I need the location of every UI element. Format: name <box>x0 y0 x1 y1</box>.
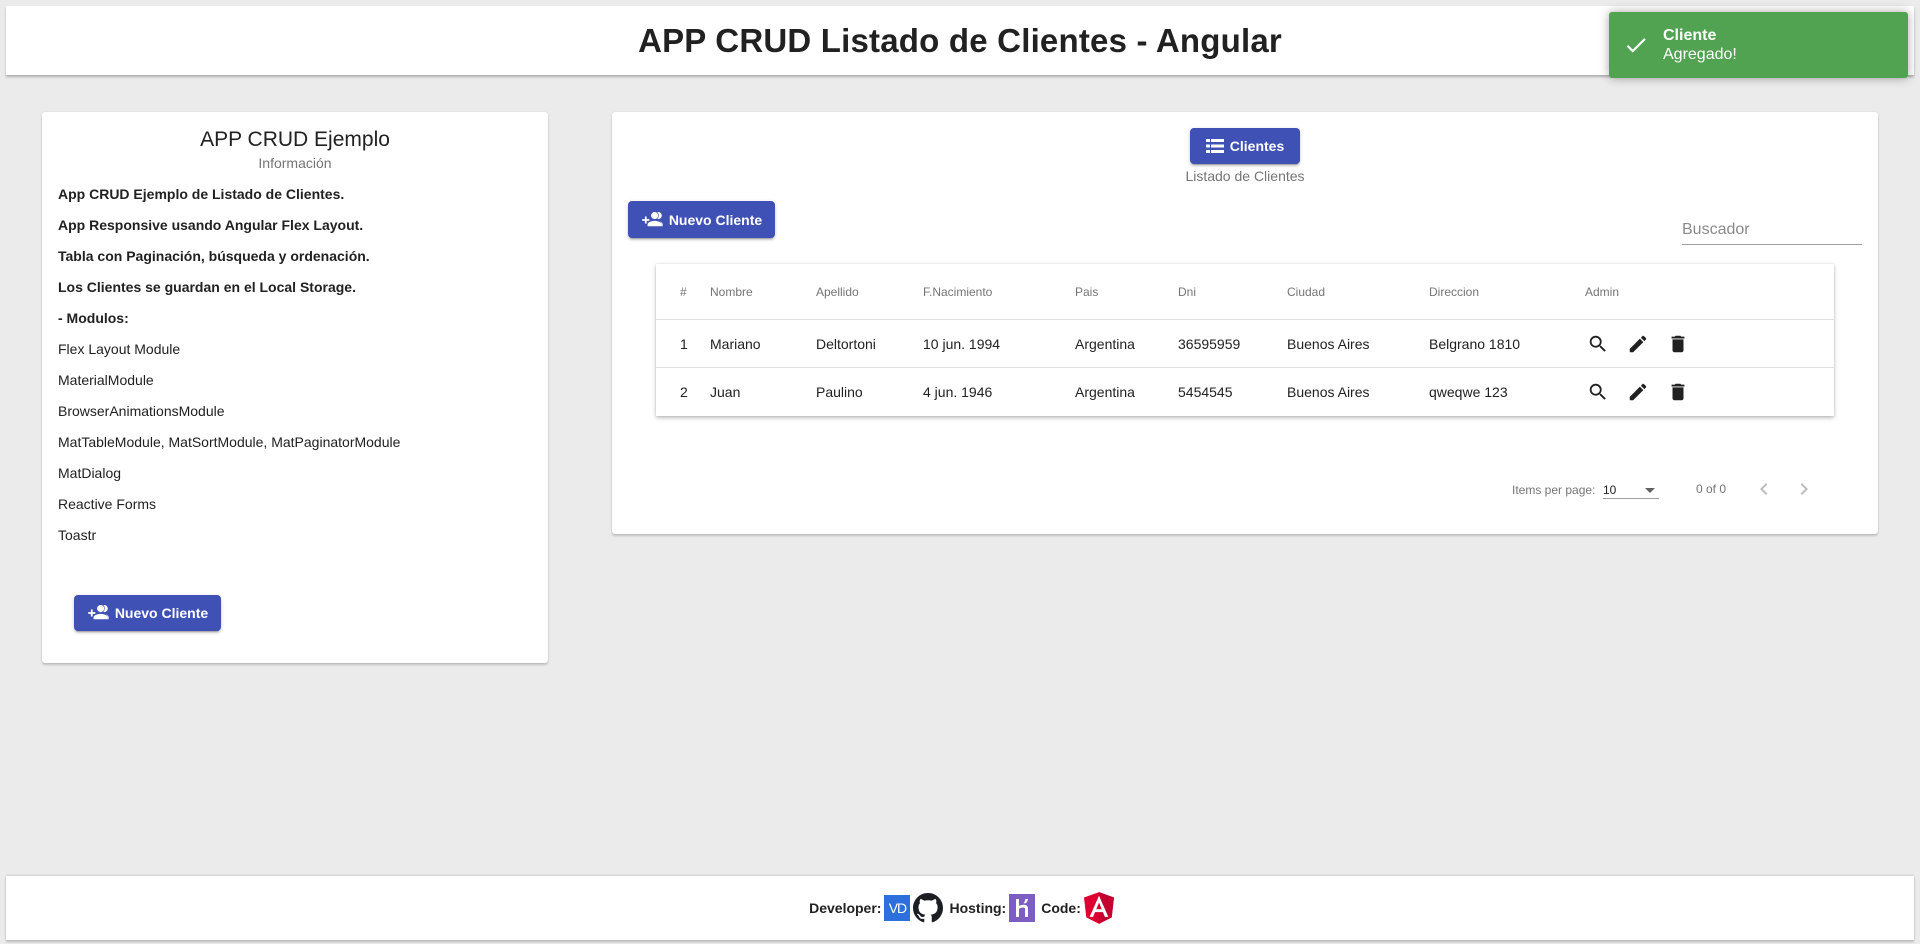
table-cell: 1 <box>680 335 688 352</box>
search-icon[interactable] <box>1585 379 1611 405</box>
table-cell: 36595959 <box>1178 335 1241 352</box>
table-cell: 5454545 <box>1178 384 1233 400</box>
info-line: Tabla con Paginación, búsqueda y ordenac… <box>58 248 370 264</box>
add-user-icon <box>88 605 109 620</box>
info-line: - Modulos: <box>58 310 129 326</box>
delete-icon[interactable] <box>1665 331 1691 357</box>
list-icon <box>1205 139 1224 153</box>
info-card-title: APP CRUD Ejemplo <box>200 128 390 151</box>
check-icon <box>1626 38 1646 53</box>
toast-notification[interactable]: Cliente Agregado! <box>1609 12 1908 78</box>
developer-label: Developer: <box>809 900 882 916</box>
table-cell: 2 <box>680 384 688 400</box>
admin-actions <box>1585 368 1691 416</box>
column-header[interactable]: Dni <box>1178 264 1196 319</box>
column-header[interactable]: Pais <box>1075 264 1098 319</box>
table-cell: 4 jun. 1946 <box>923 384 993 400</box>
chevron-right-icon[interactable] <box>1792 477 1816 501</box>
info-line: MaterialModule <box>58 372 154 388</box>
column-header[interactable]: Direccion <box>1429 264 1479 319</box>
page-title: APP CRUD Listado de Clientes - Angular <box>638 21 1282 59</box>
sidebar-new-client-label: Nuevo Cliente <box>114 605 209 621</box>
column-header[interactable]: Nombre <box>710 264 753 319</box>
info-line: MatTableModule, MatSortModule, MatPagina… <box>58 434 401 450</box>
table-cell: qweqwe 123 <box>1429 384 1508 400</box>
app-footer: Developer: VD Hosting: Code: <box>6 876 1914 940</box>
info-card: APP CRUD Ejemplo Información App CRUD Ej… <box>42 112 548 663</box>
table-cell: Belgrano 1810 <box>1429 335 1521 352</box>
table-header-row: # Nombre Apellido F.Nacimiento Pais Dni … <box>656 264 1834 320</box>
developer-logo[interactable]: VD <box>884 895 911 921</box>
add-user-icon <box>642 211 663 226</box>
delete-icon[interactable] <box>1665 379 1691 405</box>
new-client-button[interactable]: Nuevo Cliente <box>628 201 775 238</box>
column-header[interactable]: Ciudad <box>1287 264 1325 319</box>
new-client-label: Nuevo Cliente <box>668 211 763 228</box>
table-row: 2 Juan Paulino 4 jun. 1946 Argentina 545… <box>656 368 1834 416</box>
info-card-subtitle: Información <box>258 155 332 171</box>
toast-message: Agregado! <box>1663 45 1737 63</box>
toast-title: Cliente <box>1663 26 1717 44</box>
admin-actions <box>1585 320 1691 367</box>
column-header: Admin <box>1585 284 1620 299</box>
edit-icon[interactable] <box>1625 331 1651 357</box>
info-line: Reactive Forms <box>58 496 157 512</box>
table-cell: 10 jun. 1994 <box>923 335 1001 352</box>
paginator: Items per page: 10 0 of 0 <box>1512 477 1862 503</box>
search-input[interactable]: Buscador <box>1682 217 1862 245</box>
table-row: 1 Mariano Deltortoni 10 jun. 1994 Argent… <box>656 320 1834 368</box>
search-icon[interactable] <box>1585 331 1611 357</box>
column-header[interactable]: Apellido <box>816 264 859 319</box>
edit-icon[interactable] <box>1625 379 1651 405</box>
table-cell: Deltortoni <box>816 335 876 352</box>
clients-list-label: Clientes <box>1229 138 1285 154</box>
info-line: App Responsive usando Angular Flex Layou… <box>58 217 364 233</box>
chevron-down-icon <box>1645 488 1655 493</box>
heroku-icon[interactable] <box>1009 894 1036 922</box>
table-cell: Buenos Aires <box>1287 384 1370 400</box>
info-line: Los Clientes se guardan en el Local Stor… <box>58 279 356 295</box>
table-cell: Juan <box>710 384 741 400</box>
github-icon[interactable] <box>913 893 944 923</box>
table-cell: Argentina <box>1075 335 1135 352</box>
column-header[interactable]: F.Nacimiento <box>923 264 992 319</box>
table-cell: Buenos Aires <box>1287 335 1370 352</box>
angular-icon[interactable] <box>1083 892 1114 924</box>
items-per-page-label: Items per page: <box>1512 483 1596 497</box>
code-label: Code: <box>1041 900 1081 916</box>
column-header[interactable]: # <box>680 264 687 319</box>
info-list: App CRUD Ejemplo de Listado de Clientes.… <box>42 179 548 551</box>
page-size-value: 10 <box>1603 483 1617 497</box>
chevron-left-icon[interactable] <box>1752 477 1776 501</box>
sidebar-new-client-button[interactable]: Nuevo Cliente <box>74 595 221 631</box>
table-cell: Paulino <box>816 384 863 400</box>
clients-subtitle: Listado de Clientes <box>1185 168 1305 184</box>
clients-list-button[interactable]: Clientes <box>1190 128 1300 164</box>
info-line: App CRUD Ejemplo de Listado de Clientes. <box>58 186 345 202</box>
info-line: Flex Layout Module <box>58 341 181 357</box>
clients-table: # Nombre Apellido F.Nacimiento Pais Dni … <box>656 264 1834 416</box>
table-cell: Mariano <box>710 335 761 352</box>
clients-card: Clientes Listado de Clientes Nuevo Clien… <box>612 112 1878 534</box>
table-cell: Argentina <box>1075 384 1135 400</box>
info-line: BrowserAnimationsModule <box>58 403 225 419</box>
hosting-label: Hosting: <box>949 900 1007 916</box>
page-range: 0 of 0 <box>1696 482 1727 496</box>
info-line: Toastr <box>58 527 97 543</box>
page-size-select[interactable]: 10 <box>1603 479 1659 499</box>
info-line: MatDialog <box>58 465 122 481</box>
